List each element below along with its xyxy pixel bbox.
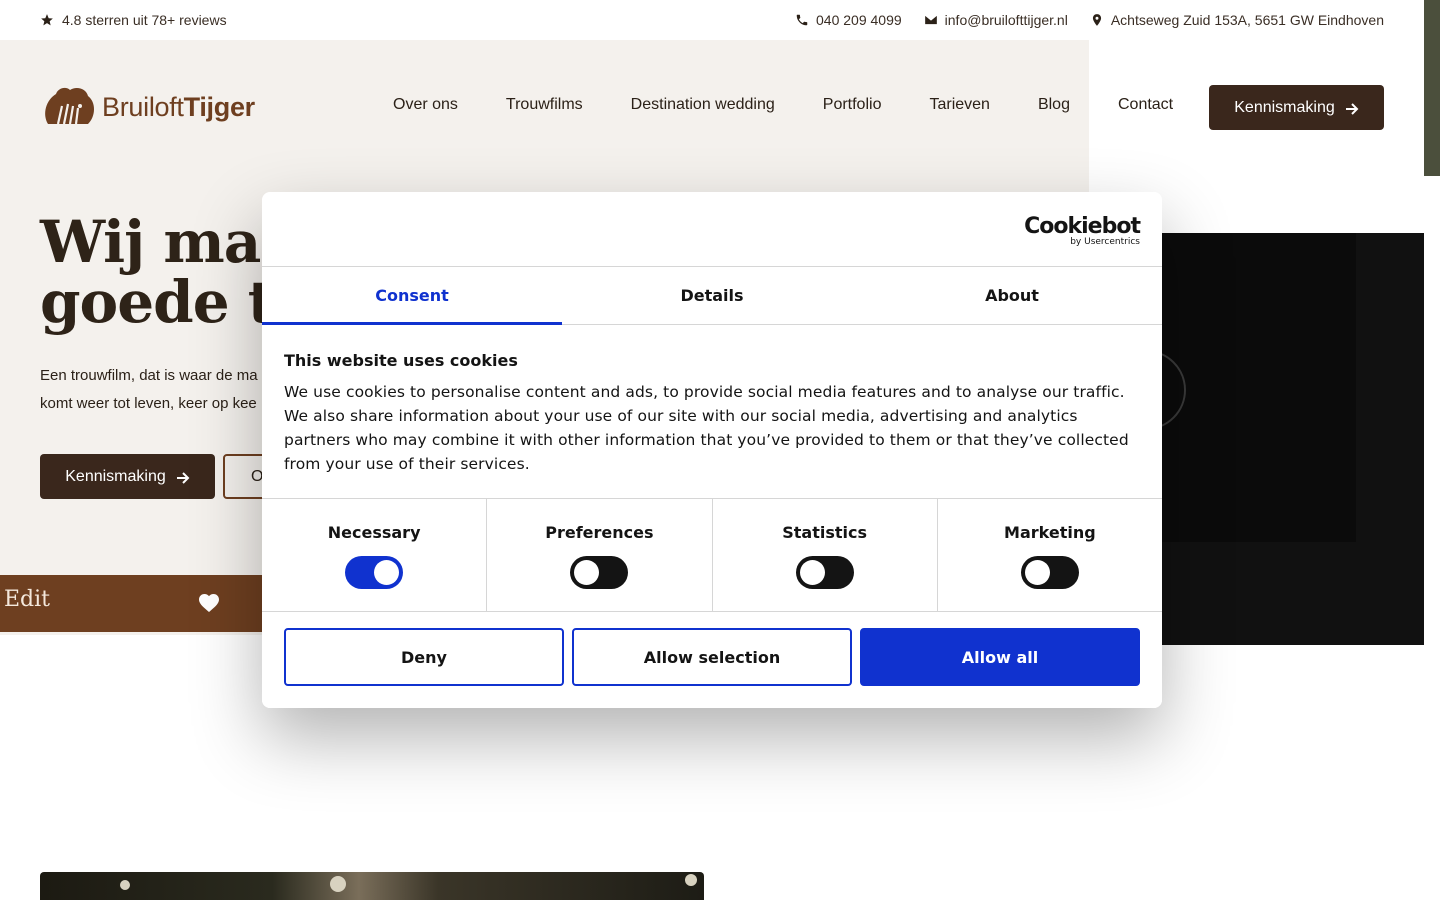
tab-details[interactable]: Details [562,267,862,324]
dialog-description: We use cookies to personalise content an… [284,383,1129,473]
photo-light [330,876,346,892]
nav-item-blog[interactable]: Blog [1038,96,1070,114]
dialog-title: This website uses cookies [284,351,518,370]
deny-button[interactable]: Deny [284,628,564,686]
nav-item-portfolio[interactable]: Portfolio [823,96,882,114]
preferences-switch[interactable] [570,556,629,589]
toggle-label-necessary: Necessary [327,523,421,542]
dialog-body: This website uses cookies We use cookies… [262,325,1162,499]
side-strip-blank [1424,176,1440,900]
toggle-group-preferences: Preferences [487,499,713,611]
phone-icon [795,13,809,27]
dialog-header: Cookiebot by Usercentrics [262,192,1162,267]
nav-item-trouwfilms[interactable]: Trouwfilms [506,96,583,114]
email-link[interactable]: info@bruilofttijger.nl [924,12,1068,28]
wedding-photo [40,872,704,900]
switch-knob [574,560,600,585]
consent-toggles: Necessary Preferences Statistics Marketi… [262,499,1162,612]
arrow-right-icon [1345,102,1359,115]
switch-knob [799,560,825,585]
hero-text-line-1: Een trouwfilm, dat is waar de ma [40,367,258,384]
marketing-switch[interactable] [1020,556,1079,589]
toggle-group-marketing: Marketing [938,499,1162,611]
necessary-switch[interactable] [345,556,404,589]
nav-item-over-ons[interactable]: Over ons [393,96,458,114]
statistics-switch[interactable] [795,556,854,589]
header-kennismaking-button[interactable]: Kennismaking [1209,85,1384,130]
star-icon [40,13,54,27]
nav-item-tarieven[interactable]: Tarieven [929,96,989,114]
ribbon-text: Edit [4,587,51,612]
toggle-label-preferences: Preferences [545,523,654,542]
toggle-label-statistics: Statistics [782,523,867,542]
toggle-label-marketing: Marketing [1004,523,1096,542]
tab-about[interactable]: About [862,267,1162,324]
hero-cta-label: Kennismaking [65,467,166,485]
address-link[interactable]: Achtseweg Zuid 153A, 5651 GW Eindhoven [1090,12,1384,28]
top-info-bar: 4.8 sterren uit 78+ reviews 040 209 4099… [0,0,1424,40]
cookiebot-logo[interactable]: Cookiebot by Usercentrics [1024,214,1141,247]
logo-word-1: Bruiloft [102,91,184,122]
photo-light [120,880,130,890]
switch-knob [374,560,400,585]
email-text: info@bruilofttijger.nl [944,12,1068,28]
dialog-tabs: Consent Details About [262,267,1162,325]
hero-text-line-2: komt weer tot leven, keer op kee [40,395,257,412]
site-logo[interactable]: BruiloftTijger [40,84,255,130]
logo-wordmark: BruiloftTijger [102,92,255,123]
phone-link[interactable]: 040 209 4099 [795,12,902,28]
tab-consent[interactable]: Consent [262,267,562,325]
side-accent-strip [1424,0,1440,176]
allow-selection-button[interactable]: Allow selection [572,628,852,686]
heart-icon [197,591,221,613]
switch-knob [1024,560,1050,585]
map-pin-icon [1090,13,1104,27]
header-cta-label: Kennismaking [1234,98,1335,116]
photo-light [685,874,697,886]
toggle-group-statistics: Statistics [713,499,938,611]
nav-item-contact[interactable]: Contact [1118,96,1173,114]
allow-all-button[interactable]: Allow all [860,628,1140,686]
address-text: Achtseweg Zuid 153A, 5651 GW Eindhoven [1110,12,1384,28]
main-navigation: Over ons Trouwfilms Destination wedding … [393,96,1173,114]
rating-info: 4.8 sterren uit 78+ reviews [40,12,227,28]
cookiebot-brand: Cookiebot [1024,214,1141,239]
hero-kennismaking-button[interactable]: Kennismaking [40,454,215,499]
hero-title-line-1: Wij mak [40,208,300,276]
rating-text: 4.8 sterren uit 78+ reviews [62,12,227,28]
phone-text: 040 209 4099 [816,12,902,28]
nav-item-destination-wedding[interactable]: Destination wedding [631,96,775,114]
tiger-logo-icon [45,87,94,125]
cookie-consent-dialog: Cookiebot by Usercentrics Consent Detail… [262,192,1162,708]
envelope-icon [924,13,938,27]
dialog-actions: Deny Allow selection Allow all [262,612,1162,702]
toggle-group-necessary: Necessary [262,499,488,611]
logo-word-2: Tijger [183,91,256,122]
arrow-right-icon [176,471,190,484]
